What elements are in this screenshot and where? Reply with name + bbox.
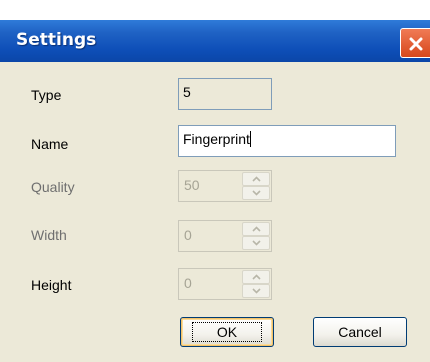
width-spin-up-button[interactable]	[242, 222, 270, 236]
height-label: Height	[31, 277, 72, 293]
quality-spinner[interactable]: 50	[178, 170, 272, 202]
close-icon	[409, 37, 423, 51]
height-value: 0	[184, 275, 192, 291]
chevron-down-icon	[252, 190, 261, 196]
window-title: Settings	[16, 30, 97, 50]
width-label: Width	[31, 227, 67, 243]
chevron-up-icon	[252, 176, 261, 182]
type-label: Type	[31, 87, 62, 103]
quality-label: Quality	[31, 179, 75, 195]
height-spin-up-button[interactable]	[242, 270, 270, 284]
name-input-value: Fingerprint	[183, 131, 250, 147]
chevron-up-icon	[252, 226, 261, 232]
height-spinner[interactable]: 0	[178, 268, 272, 300]
quality-spin-up-button[interactable]	[242, 172, 270, 186]
ok-button-label: OK	[191, 322, 263, 342]
width-value: 0	[184, 227, 192, 243]
name-input[interactable]: Fingerprint	[178, 125, 396, 157]
chevron-up-icon	[252, 274, 261, 280]
text-caret	[249, 131, 251, 147]
width-spinner[interactable]: 0	[178, 220, 272, 252]
height-spin-down-button[interactable]	[242, 284, 270, 298]
type-field: 5	[178, 78, 272, 110]
name-label: Name	[31, 136, 69, 152]
quality-value: 50	[184, 177, 200, 193]
ok-button[interactable]: OK	[180, 317, 274, 347]
cancel-button[interactable]: Cancel	[313, 317, 407, 347]
title-bar[interactable]: Settings	[0, 20, 430, 62]
close-button[interactable]	[400, 28, 430, 58]
chevron-down-icon	[252, 240, 261, 246]
width-spin-down-button[interactable]	[242, 236, 270, 250]
chevron-down-icon	[252, 288, 261, 294]
quality-spin-down-button[interactable]	[242, 186, 270, 200]
